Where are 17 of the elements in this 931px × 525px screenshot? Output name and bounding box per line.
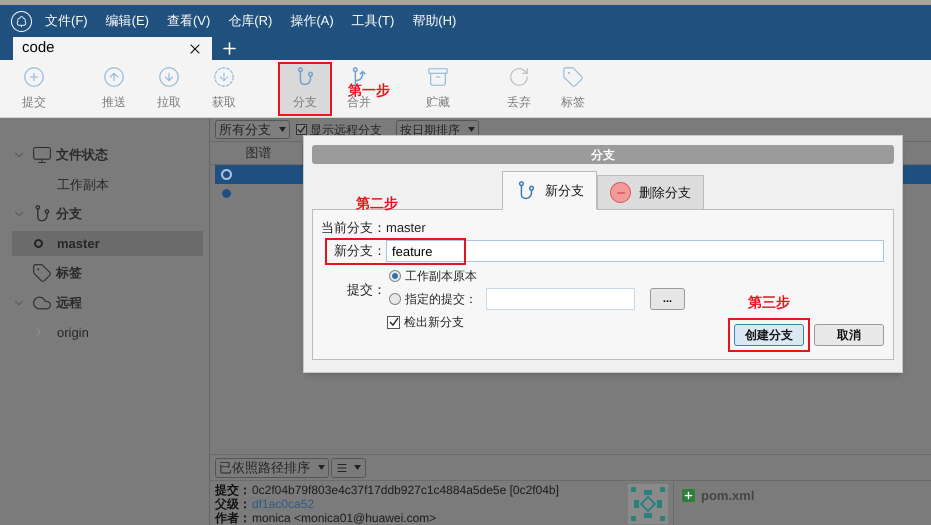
dialog-title: 分支 xyxy=(312,145,894,164)
radio-label: 工作副本原本 xyxy=(405,268,477,285)
checkbox-label: 检出新分支 xyxy=(404,314,464,331)
detail-value: monica <monica01@huawei.com> xyxy=(252,511,436,525)
radio-label: 指定的提交： xyxy=(405,291,477,308)
detail-label: 父级： xyxy=(215,497,252,511)
current-branch-value: master xyxy=(386,219,426,238)
detail-label: 提交： xyxy=(215,483,252,497)
field-label: 新分支： xyxy=(333,242,386,260)
step-annotation: 第二步 xyxy=(356,196,398,210)
detail-value: 0c2f04b79f803e4c37f17ddb927c1c4884a5de5e [0c2f04b] xyxy=(252,483,559,497)
checkbox-label: 显示远程分支 xyxy=(310,122,382,138)
step-annotation: 第三步 xyxy=(748,293,790,312)
step-annotation: 第一步 xyxy=(348,80,390,98)
field-label: 当前分支： xyxy=(321,219,386,238)
detail-label: 作者： xyxy=(215,511,252,525)
field-label: 提交： xyxy=(346,281,386,299)
